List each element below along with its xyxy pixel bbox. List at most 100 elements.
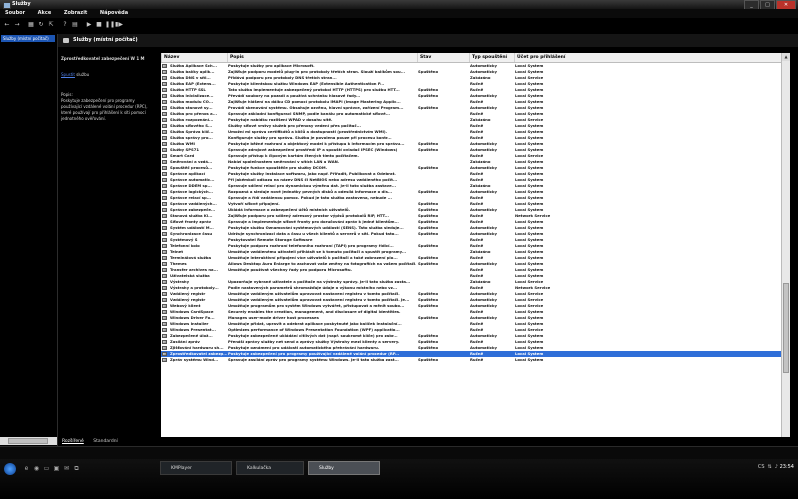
refresh-icon[interactable]: ↻ — [37, 21, 45, 29]
service-icon — [162, 322, 167, 326]
menu-bar: Soubor Akce Zobrazit Nápověda — [0, 9, 798, 18]
service-icon — [162, 118, 167, 122]
service-icon — [162, 196, 167, 200]
menu-akce[interactable]: Akce — [38, 10, 52, 16]
service-icon — [162, 346, 167, 350]
service-icon — [162, 112, 167, 116]
services-rows: Služba Aplikace Sch... Poskytuje služby p… — [161, 63, 781, 363]
volume-icon[interactable]: ♪ — [775, 464, 778, 474]
gear-icon — [63, 38, 69, 43]
services-app-icon — [3, 2, 11, 9]
help-icon[interactable]: ? — [61, 21, 69, 29]
desktop-icon[interactable]: ▣ — [52, 464, 61, 473]
column-status[interactable]: Stav — [417, 53, 469, 62]
clock[interactable]: 23:54 — [780, 464, 794, 470]
column-logon-account[interactable]: Účet pro přihlášení — [514, 53, 574, 62]
scroll-up-icon[interactable]: ▲ — [782, 53, 790, 61]
status-bar — [0, 446, 798, 459]
service-icon — [162, 256, 167, 260]
pane-header: Služby (místní počítač) — [58, 34, 798, 47]
tab-extended[interactable]: Rozšířené — [62, 439, 84, 444]
menu-zobrazit[interactable]: Zobrazit — [64, 10, 88, 16]
folder-icon[interactable]: ▭ — [42, 464, 51, 473]
vertical-scrollbar[interactable]: ▲ ▼ — [781, 53, 790, 446]
description-text: Poskytuje zabezpečení pro programy použí… — [61, 98, 148, 121]
start-button[interactable] — [4, 463, 16, 475]
view-tabs: Rozšířené Standardní — [58, 437, 798, 446]
tab-standard[interactable]: Standardní — [93, 439, 118, 444]
browser-icon[interactable]: e — [22, 464, 31, 473]
mail-icon[interactable]: ✉ — [62, 464, 71, 473]
task-sluzby[interactable]: Služby — [308, 461, 380, 475]
tree-horizontal-scrollbar[interactable] — [0, 437, 57, 445]
tree-node-services[interactable]: Služby (místní počítač) — [1, 35, 55, 42]
service-icon — [162, 262, 167, 266]
start-service-suffix: službu — [76, 72, 90, 77]
console-icon[interactable]: ▤ — [71, 21, 79, 29]
export-icon[interactable]: ⇱ — [47, 21, 55, 29]
column-name[interactable]: Název — [161, 53, 227, 62]
service-name: Zprostředkovatel zabezpečení W 1 M — [61, 56, 145, 61]
service-icon — [162, 208, 167, 212]
play-icon[interactable]: ▶ — [85, 21, 93, 29]
restart-icon[interactable]: ▮▶ — [115, 21, 123, 29]
start-service-link[interactable]: Spustit — [61, 72, 75, 77]
service-icon — [162, 82, 167, 86]
start-service-line: Spustit službu — [61, 72, 89, 78]
column-startup-type[interactable]: Typ spouštění — [469, 53, 514, 62]
service-icon — [162, 154, 167, 158]
scroll-thumb[interactable] — [783, 283, 789, 373]
media-icon[interactable]: ◉ — [32, 464, 41, 473]
service-icon — [162, 274, 167, 278]
service-icon — [162, 100, 167, 104]
cell-startup-type: Ručně — [470, 357, 484, 362]
menu-napoveda[interactable]: Nápověda — [100, 10, 128, 16]
forward-icon[interactable]: → — [13, 21, 21, 29]
cell-logon-account: Local System — [515, 357, 544, 362]
service-icon — [162, 136, 167, 140]
service-icon — [162, 226, 167, 230]
service-icon — [162, 244, 167, 248]
menu-soubor[interactable]: Soubor — [5, 10, 25, 16]
taskbar: e ◉ ▭ ▣ ✉ ⧉ KMPlayer Kalkulačka Služby C… — [0, 459, 798, 499]
service-icon — [162, 358, 167, 362]
column-description[interactable]: Popis — [227, 53, 417, 62]
back-icon[interactable]: ← — [3, 21, 11, 29]
network-icon[interactable]: ⇅ — [768, 464, 772, 474]
service-icon — [162, 280, 167, 284]
service-icon — [162, 142, 167, 146]
switch-window-icon[interactable]: ⧉ — [72, 464, 81, 473]
task-kalkulacka[interactable]: Kalkulačka — [236, 461, 304, 475]
service-icon — [162, 106, 167, 110]
service-icon — [162, 190, 167, 194]
services-list: Název Popis Stav Typ spouštění Účet pro … — [161, 53, 781, 446]
service-icon — [162, 76, 167, 80]
service-icon — [162, 220, 167, 224]
tree-scroll-thumb[interactable] — [8, 438, 48, 444]
service-icon — [162, 70, 167, 74]
cell-name: Zpráv systému Wind... — [170, 357, 219, 362]
language-indicator[interactable]: CS — [758, 464, 765, 474]
service-icon — [162, 166, 167, 170]
cell-status: Spuštěno — [418, 357, 439, 362]
table-row[interactable]: Zpráv systému Wind... Spravuje zasílání z… — [161, 357, 781, 363]
window-controls: _ □ ✕ — [743, 0, 796, 10]
service-icon — [162, 304, 167, 308]
stop-icon[interactable]: ■ — [95, 21, 103, 29]
service-icon — [162, 232, 167, 236]
service-icon — [162, 124, 167, 128]
service-icon — [162, 310, 167, 314]
properties-icon[interactable]: ▦ — [27, 21, 35, 29]
cell-description: Spravuje zasílání zpráv pro programy sys… — [228, 357, 399, 362]
service-icon — [162, 178, 167, 182]
service-icon — [162, 214, 167, 218]
title-bar: Služby _ □ ✕ — [0, 0, 798, 10]
service-icon — [162, 292, 167, 296]
service-icon — [162, 352, 167, 356]
task-kmplayer[interactable]: KMPlayer — [160, 461, 232, 475]
service-icon — [162, 250, 167, 254]
service-icon — [162, 94, 167, 98]
service-icon — [162, 298, 167, 302]
service-icon — [162, 340, 167, 344]
pause-icon[interactable]: ❚❚ — [105, 21, 115, 29]
